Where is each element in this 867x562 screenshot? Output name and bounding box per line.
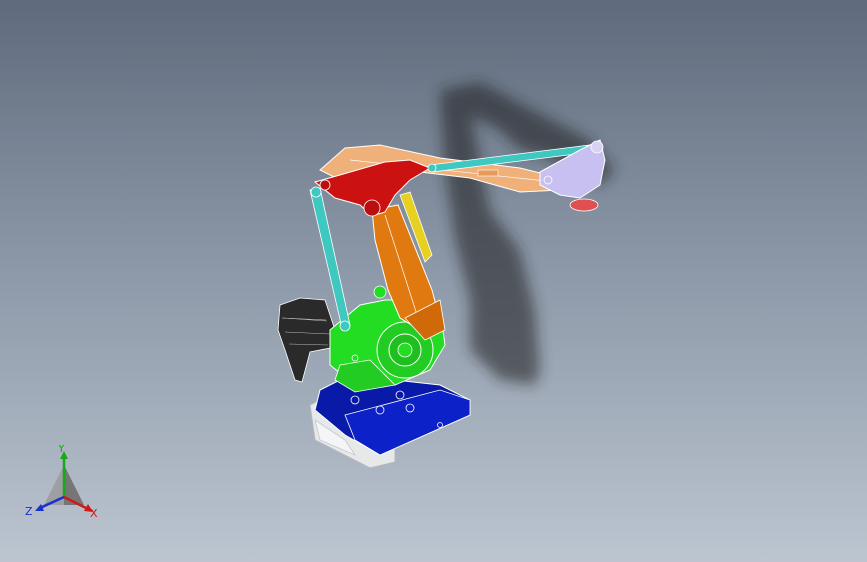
model-shadow <box>440 82 615 385</box>
y-axis-label: Y <box>57 445 65 455</box>
graphics-viewport[interactable]: Y X Z <box>0 0 867 562</box>
counterweight <box>277 297 336 383</box>
z-axis-label: Z <box>25 505 33 518</box>
orientation-triad[interactable]: Y X Z <box>22 445 112 525</box>
robot-model[interactable] <box>0 0 867 562</box>
x-axis-label: X <box>90 507 98 520</box>
flange <box>569 198 599 212</box>
